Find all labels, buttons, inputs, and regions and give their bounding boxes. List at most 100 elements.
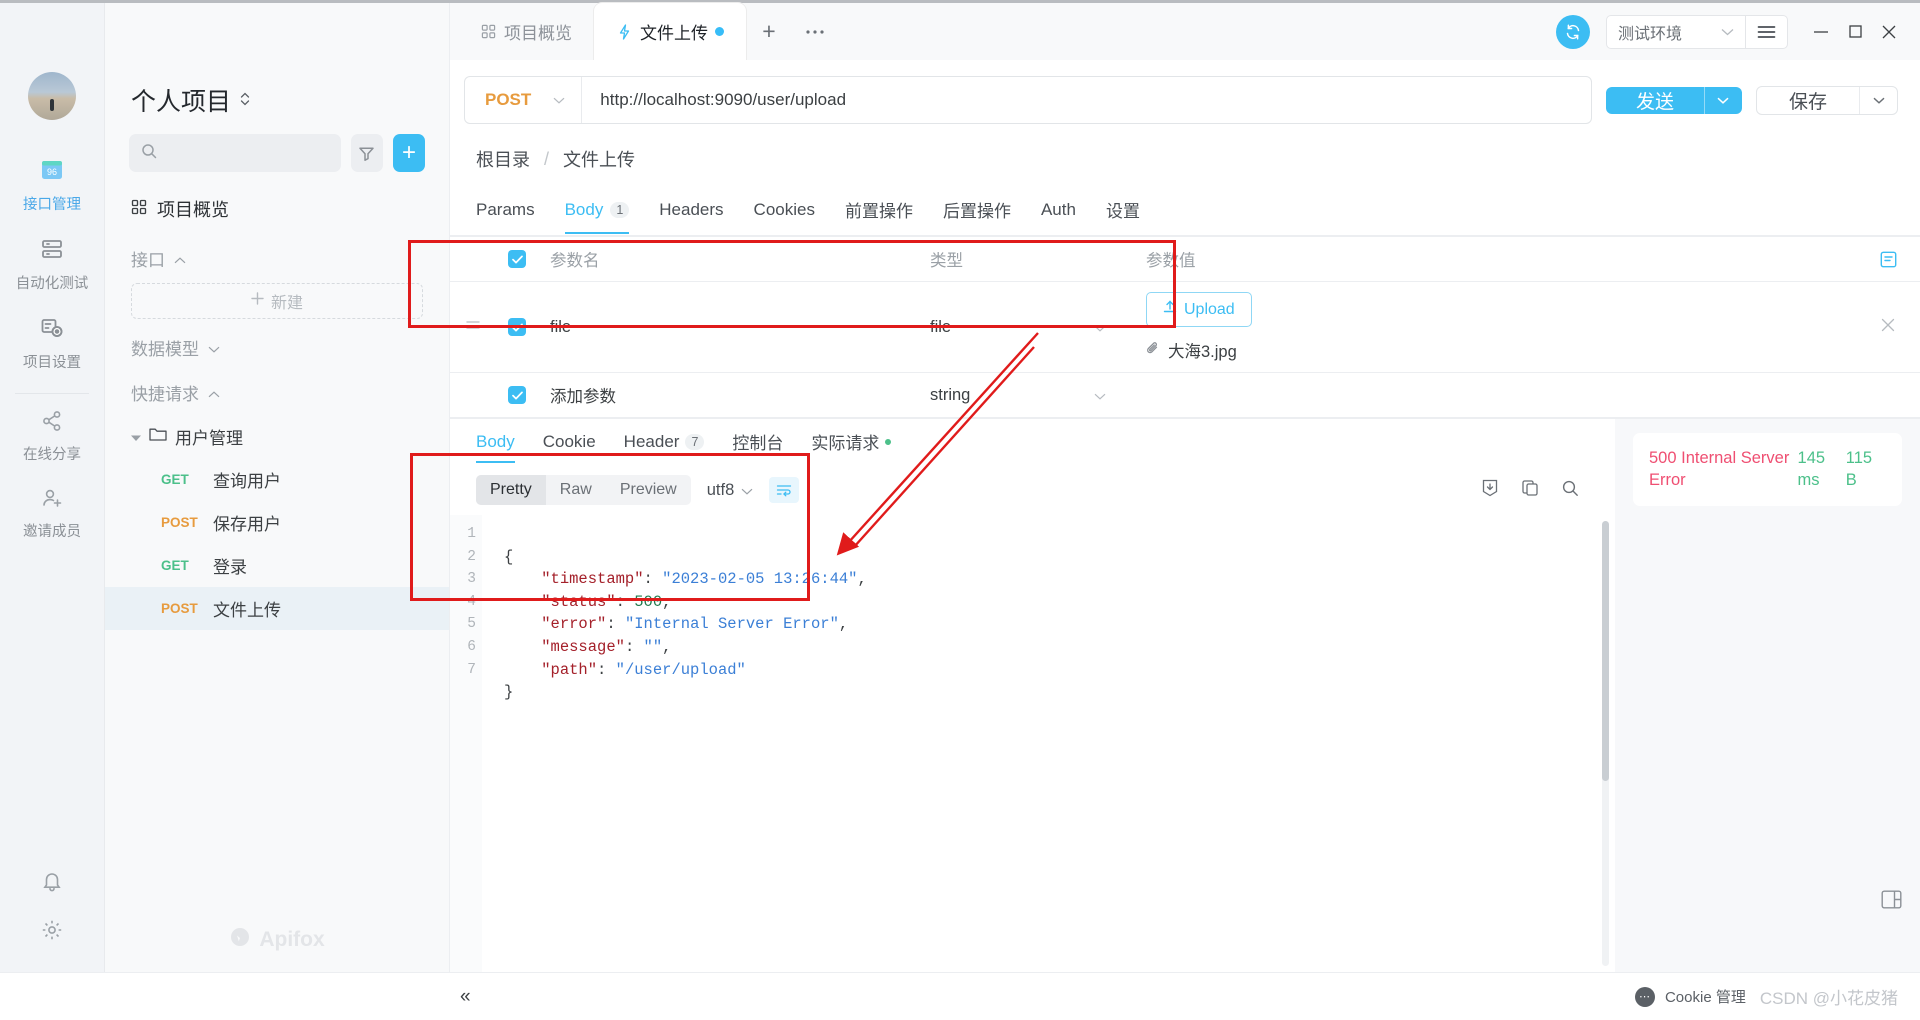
tab-label: 文件上传 xyxy=(640,24,708,43)
breadcrumb-root[interactable]: 根目录 xyxy=(476,146,530,172)
sidebar-api-file-upload[interactable]: POST 文件上传 xyxy=(105,587,449,630)
rail-item-label: 接口管理 xyxy=(23,197,81,213)
param-name-cell[interactable]: file xyxy=(538,281,918,373)
url-input[interactable] xyxy=(582,90,1591,110)
param-type-select[interactable]: file xyxy=(930,318,1122,337)
search-input-wrapper[interactable] xyxy=(129,134,341,172)
upload-button[interactable]: Upload xyxy=(1146,292,1252,327)
sidebar-api-query-user[interactable]: GET 查询用户 xyxy=(105,458,449,501)
response-code-viewer[interactable]: 1 2 3 4 5 6 7 { "timestamp": "2023-02-05… xyxy=(450,515,1615,972)
http-method-value: POST xyxy=(485,90,532,109)
rail-item-invite-member[interactable]: 邀请成员 xyxy=(0,475,104,552)
search-input[interactable] xyxy=(165,144,329,162)
text-wrap-icon[interactable] xyxy=(769,477,800,503)
view-mode-raw[interactable]: Raw xyxy=(546,475,606,505)
tab-params[interactable]: Params xyxy=(476,189,535,234)
copy-icon[interactable] xyxy=(1521,479,1539,502)
hamburger-menu-icon[interactable] xyxy=(1746,14,1788,49)
sidebar-group-quick-request[interactable]: 快捷请求 xyxy=(105,370,449,415)
param-value-cell[interactable] xyxy=(1134,372,1856,418)
tab-cookies[interactable]: Cookies xyxy=(754,189,815,234)
select-all-checkbox[interactable] xyxy=(508,250,526,268)
sync-icon[interactable] xyxy=(1556,14,1590,49)
rail-item-share[interactable]: 在线分享 xyxy=(0,398,104,475)
sidebar-folder-user-management[interactable]: 用户管理 xyxy=(105,415,449,458)
param-type-select[interactable]: string xyxy=(930,386,1122,405)
tab-label: Auth xyxy=(1040,199,1076,219)
minimize-button[interactable] xyxy=(1806,17,1836,47)
save-button[interactable]: 保存 xyxy=(1757,87,1859,114)
encoding-select[interactable]: utf8 xyxy=(707,481,754,500)
collapse-sidebar-button[interactable]: « xyxy=(450,982,481,1012)
environment-select[interactable]: 测试环境 xyxy=(1606,14,1746,49)
tab-project-overview[interactable]: 项目概览 xyxy=(458,3,594,60)
bulk-edit-icon[interactable] xyxy=(1856,251,1920,268)
response-tab-cookie[interactable]: Cookie xyxy=(543,432,596,463)
sidebar-api-login[interactable]: GET 登录 xyxy=(105,544,449,587)
rail-item-project-settings[interactable]: 项目设置 xyxy=(0,304,104,383)
column-header-type: 类型 xyxy=(918,236,1134,282)
search-icon[interactable] xyxy=(1561,479,1579,502)
bell-icon[interactable] xyxy=(41,870,63,897)
uploaded-file-chip[interactable]: 大海3.jpg xyxy=(1146,338,1844,362)
tab-dirty-dot xyxy=(715,27,724,36)
cookie-manager-link[interactable]: Cookie 管理 xyxy=(1665,986,1746,1007)
layout-icon[interactable] xyxy=(1881,890,1902,914)
sidebar-item-project-overview[interactable]: 项目概览 xyxy=(105,188,449,236)
new-interface-button[interactable]: 新建 xyxy=(131,283,423,319)
tab-settings[interactable]: 设置 xyxy=(1106,186,1140,236)
add-button[interactable]: + xyxy=(392,134,426,172)
chevron-down-icon xyxy=(1721,23,1734,41)
response-tab-header[interactable]: Header 7 xyxy=(624,432,705,463)
breadcrumb-current[interactable]: 文件上传 xyxy=(563,146,635,172)
body-row: 96 接口管理 自动化测试 项目设置 在线分享 邀请成员 个人项目 + 项目概览… xyxy=(0,60,1920,972)
row-drag-handle[interactable] xyxy=(450,281,496,373)
apifox-brand: Apifox xyxy=(105,926,449,954)
response-tab-console[interactable]: 控制台 xyxy=(732,429,783,465)
cookie-icon: ⋯ xyxy=(1634,986,1655,1007)
tab-headers[interactable]: Headers xyxy=(659,189,723,234)
tab-post-operation[interactable]: 后置操作 xyxy=(943,186,1011,236)
view-mode-preview[interactable]: Preview xyxy=(606,475,691,505)
rail-item-api-management[interactable]: 96 接口管理 xyxy=(0,146,104,225)
close-button[interactable] xyxy=(1874,17,1904,47)
maximize-button[interactable] xyxy=(1840,17,1870,47)
send-button[interactable]: 发送 xyxy=(1605,86,1704,114)
tab-body[interactable]: Body 1 xyxy=(564,189,630,234)
code-scrollbar-thumb[interactable] xyxy=(1602,521,1609,781)
delete-row-button[interactable] xyxy=(1856,281,1920,373)
line-number: 5 xyxy=(467,616,476,633)
tab-auth[interactable]: Auth xyxy=(1041,189,1076,234)
grid-icon xyxy=(131,199,147,220)
new-tab-button[interactable]: + xyxy=(746,3,792,60)
filter-icon[interactable] xyxy=(350,134,383,172)
grid-icon xyxy=(480,23,497,40)
sidebar-group-interface[interactable]: 接口 xyxy=(105,236,449,281)
tab-file-upload[interactable]: 文件上传 xyxy=(594,3,746,60)
rail-item-automation-test[interactable]: 自动化测试 xyxy=(0,225,104,304)
http-method-select[interactable]: POST xyxy=(465,77,583,123)
response-tab-actual-request[interactable]: 实际请求 xyxy=(811,429,892,465)
download-icon[interactable] xyxy=(1481,479,1499,502)
line-number: 2 xyxy=(467,548,476,565)
tab-badge: 7 xyxy=(685,433,705,450)
view-mode-pretty[interactable]: Pretty xyxy=(476,475,546,505)
response-tab-body[interactable]: Body xyxy=(476,432,515,463)
breadcrumb-separator: / xyxy=(544,148,550,169)
sidebar-api-save-user[interactable]: POST 保存用户 xyxy=(105,501,449,544)
avatar[interactable] xyxy=(28,72,76,120)
save-options-caret-icon[interactable] xyxy=(1859,86,1897,114)
svg-text:96: 96 xyxy=(47,167,57,177)
add-param-placeholder[interactable]: 添加参数 xyxy=(538,372,918,418)
body-params-table: 参数名 类型 参数值 file file Upload 大海3.jpg 添加参数… xyxy=(450,236,1920,418)
row-checkbox[interactable] xyxy=(508,318,526,336)
gear-icon[interactable] xyxy=(41,919,63,946)
project-switcher[interactable]: 个人项目 xyxy=(105,60,449,134)
row-drag-handle-placeholder xyxy=(450,372,496,418)
row-checkbox[interactable] xyxy=(508,386,526,404)
tab-more-button[interactable] xyxy=(792,3,838,60)
sidebar-group-data-model[interactable]: 数据模型 xyxy=(105,325,449,370)
tab-pre-operation[interactable]: 前置操作 xyxy=(845,186,913,236)
send-options-caret-icon[interactable] xyxy=(1703,86,1742,114)
watermark: CSDN @小花皮猪 xyxy=(1759,989,1898,1008)
